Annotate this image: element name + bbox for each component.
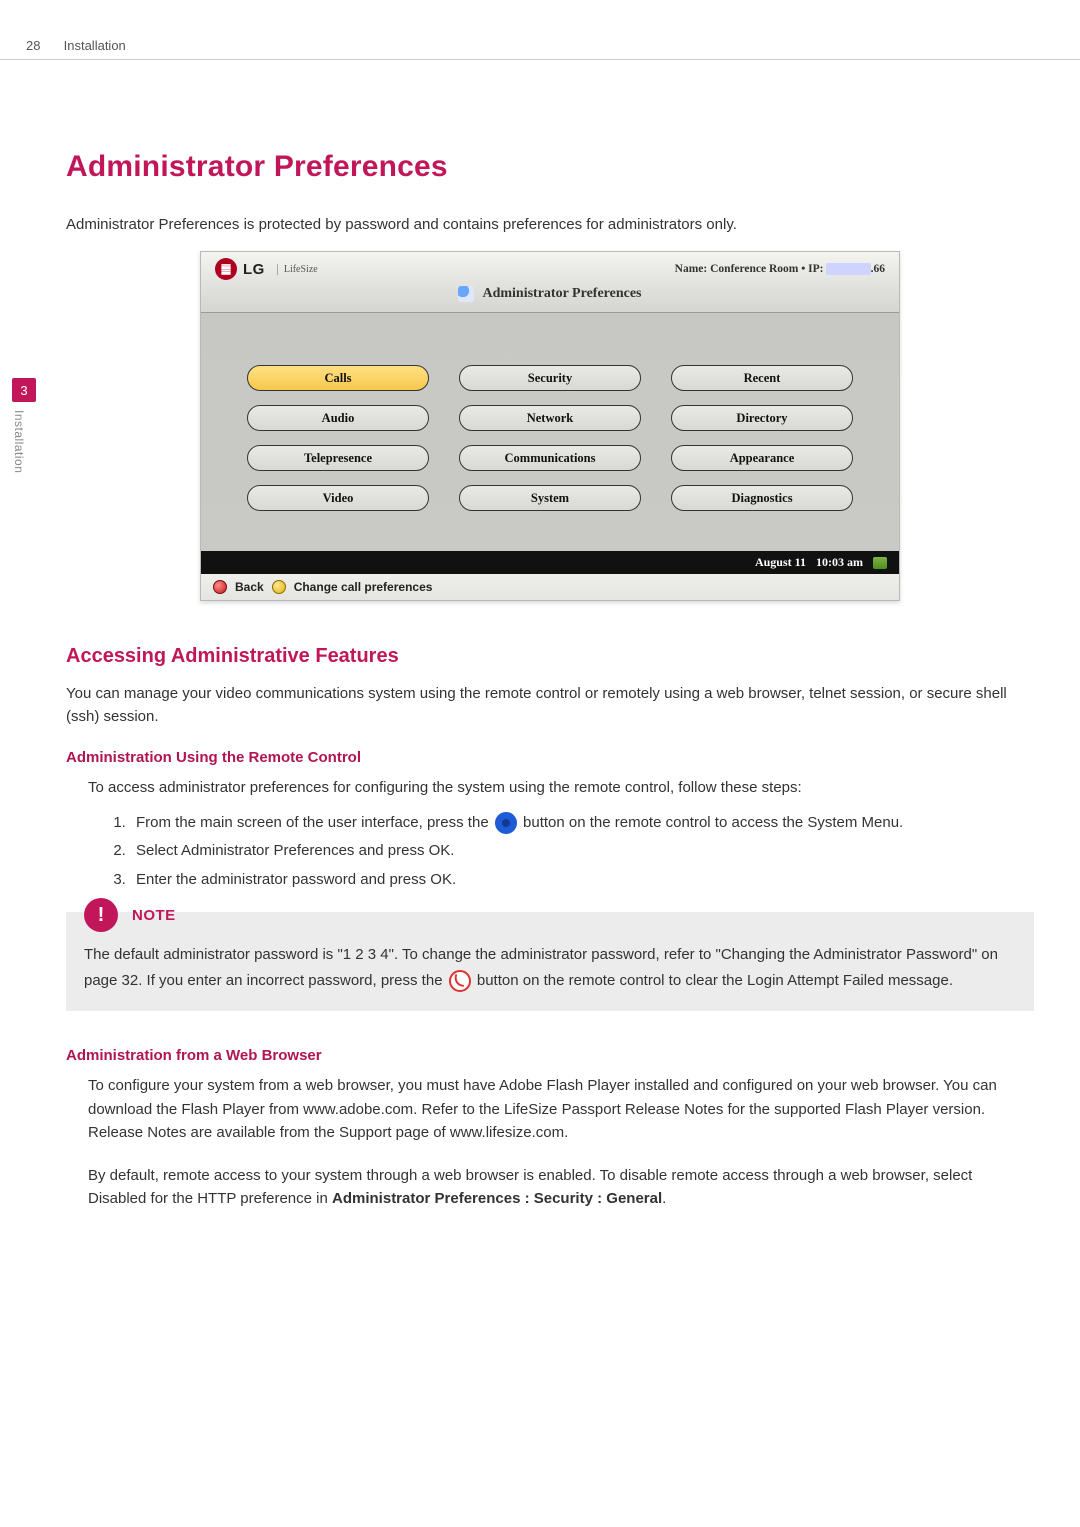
step-2: Select Administrator Preferences and pre… <box>130 837 1034 866</box>
steps-list: From the main screen of the user interfa… <box>88 809 1034 895</box>
status-time: 10:03 am <box>816 555 863 570</box>
note-callout: ! NOTE The default administrator passwor… <box>66 912 1034 1011</box>
lead-paragraph: Administrator Preferences is protected b… <box>66 216 1034 233</box>
section-name: Installation <box>64 38 126 53</box>
note-icon: ! <box>84 898 118 932</box>
pref-button-system[interactable]: System <box>459 485 641 511</box>
pref-button-network[interactable]: Network <box>459 405 641 431</box>
status-date: August 11 <box>755 555 806 570</box>
change-label: Change call preferences <box>294 580 433 594</box>
page-number: 28 <box>26 38 60 53</box>
ip-label: IP: <box>808 263 823 275</box>
note-text-b: button on the remote control to clear th… <box>477 972 953 989</box>
pref-button-directory[interactable]: Directory <box>671 405 853 431</box>
chapter-label-vertical: Installation <box>12 410 26 473</box>
subheading-body: You can manage your video communications… <box>66 682 1034 729</box>
ip-redacted: 00 00 00 <box>826 263 870 275</box>
preferences-grid: Calls Security Recent Audio Network Directory… <box>201 313 899 551</box>
remote-ok-button-icon <box>495 812 517 834</box>
running-header: 28 Installation <box>0 38 1080 53</box>
pref-button-audio[interactable]: Audio <box>247 405 429 431</box>
pref-button-diagnostics[interactable]: Diagnostics <box>671 485 853 511</box>
brand-block: ䷀ LG LifeSize <box>215 258 318 280</box>
pref-button-telepresence[interactable]: Telepresence <box>247 445 429 471</box>
web-p2-bold-path: Administrator Preferences : Security : G… <box>332 1190 662 1207</box>
lg-wordmark: LG <box>243 261 265 278</box>
remote-back-button-icon <box>449 970 471 992</box>
remote-intro: To access administrator preferences for … <box>88 776 1034 799</box>
pref-button-video[interactable]: Video <box>247 485 429 511</box>
network-status-icon <box>873 557 887 569</box>
step-1: From the main screen of the user interfa… <box>130 809 1034 838</box>
page-title: Administrator Preferences <box>66 150 1034 184</box>
note-body: The default administrator password is "1… <box>84 942 1016 993</box>
preferences-icon <box>458 286 474 302</box>
lifesize-wordmark: LifeSize <box>277 264 318 275</box>
back-button-icon[interactable] <box>213 580 227 594</box>
pref-button-communications[interactable]: Communications <box>459 445 641 471</box>
change-button-icon[interactable] <box>272 580 286 594</box>
system-name: Name: Conference Room <box>675 263 799 275</box>
step-3: Enter the administrator password and pre… <box>130 866 1034 895</box>
screenshot-topbar: ䷀ LG LifeSize Name: Conference Room • IP… <box>201 252 899 282</box>
web-p2: By default, remote access to your system… <box>88 1164 1034 1211</box>
screenshot-title: Administrator Preferences <box>482 286 641 302</box>
chapter-number-badge: 3 <box>12 378 36 402</box>
step-1-a: From the main screen of the user interfa… <box>136 814 493 831</box>
admin-pref-screenshot: ䷀ LG LifeSize Name: Conference Room • IP… <box>200 251 900 601</box>
note-label: NOTE <box>132 907 176 924</box>
screenshot-title-row: Administrator Preferences <box>201 282 899 313</box>
remote-control-heading: Administration Using the Remote Control <box>66 749 1034 766</box>
side-thumb-tab: 3 Installation <box>12 378 38 473</box>
screenshot-status-bar: August 11 10:03 am <box>201 551 899 574</box>
web-p1: To configure your system from a web brow… <box>88 1074 1034 1144</box>
ip-suffix: .66 <box>871 263 885 275</box>
screenshot-footer-bar: Back Change call preferences <box>201 574 899 600</box>
back-label: Back <box>235 580 264 594</box>
pref-button-appearance[interactable]: Appearance <box>671 445 853 471</box>
pref-button-security[interactable]: Security <box>459 365 641 391</box>
web-browser-heading: Administration from a Web Browser <box>66 1047 1034 1064</box>
subheading-accessing: Accessing Administrative Features <box>66 645 1034 668</box>
lg-logo-icon: ䷀ <box>215 258 237 280</box>
pref-button-calls[interactable]: Calls <box>247 365 429 391</box>
system-name-ip: Name: Conference Room • IP: 00 00 00.66 <box>675 263 885 275</box>
web-p2-period: . <box>662 1190 666 1207</box>
step-1-b: button on the remote control to access t… <box>523 814 903 831</box>
pref-button-recent[interactable]: Recent <box>671 365 853 391</box>
